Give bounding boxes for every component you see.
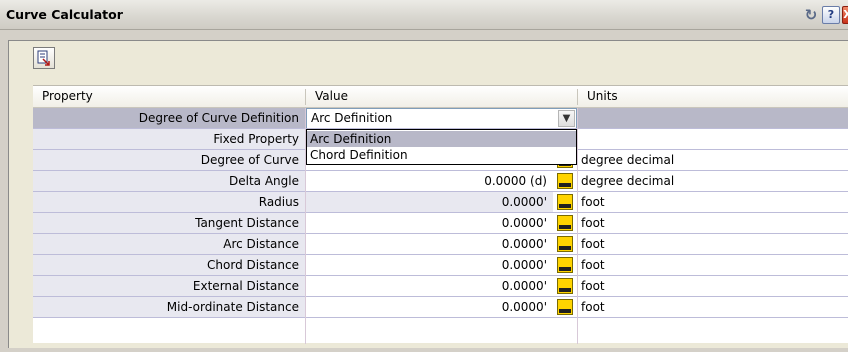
grid-line <box>33 212 848 213</box>
value-text: 0.0000' <box>501 300 547 314</box>
property-label: Radius <box>33 192 305 213</box>
insert-in-drawing-button[interactable] <box>33 47 55 69</box>
value-cell[interactable]: 0.0000' <box>306 213 553 234</box>
property-label: Chord Distance <box>33 255 305 276</box>
value-text: 0.0000' <box>501 216 547 230</box>
grid-header: Property Value Units <box>33 86 848 108</box>
calculator-button[interactable] <box>553 276 577 297</box>
property-label: Degree of Curve <box>33 150 305 171</box>
header-value[interactable]: Value <box>306 86 577 107</box>
units-cell: degree decimal <box>577 150 848 171</box>
header-property[interactable]: Property <box>33 86 305 107</box>
calculator-panel: Property Value Units Degree of Curve Def… <box>8 40 848 348</box>
grid-row-external-distance[interactable]: External Distance 0.0000' foot <box>33 276 848 297</box>
calculator-button[interactable] <box>553 171 577 192</box>
calculator-button[interactable] <box>553 255 577 276</box>
grid-row-mid-ordinate-distance[interactable]: Mid-ordinate Distance 0.0000' foot <box>33 297 848 318</box>
chevron-down-icon[interactable]: ▼ <box>558 110 575 127</box>
grid-row-delta-angle[interactable]: Delta Angle 0.0000 (d) degree decimal <box>33 171 848 192</box>
units-cell: foot <box>577 255 848 276</box>
property-label: Delta Angle <box>33 171 305 192</box>
units-cell: foot <box>577 213 848 234</box>
units-cell: foot <box>577 192 848 213</box>
value-cell[interactable]: 0.0000' <box>306 276 553 297</box>
selected-value: Arc Definition <box>311 111 393 125</box>
property-label: Fixed Property <box>33 129 305 150</box>
insert-in-drawing-icon <box>37 50 50 66</box>
value-cell[interactable]: 0.0000' <box>306 297 553 318</box>
close-button[interactable]: X <box>842 6 848 24</box>
pin-icon[interactable]: ↻ <box>802 6 820 24</box>
title-bar[interactable]: Curve Calculator ↻ ? X <box>0 0 848 30</box>
help-button[interactable]: ? <box>822 6 840 24</box>
header-units[interactable]: Units <box>578 86 848 107</box>
property-label: External Distance <box>33 276 305 297</box>
calculator-icon <box>557 236 573 252</box>
grid-line <box>33 233 848 234</box>
grid-line <box>33 296 848 297</box>
dropdown-option-arc-definition[interactable]: Arc Definition <box>307 131 576 147</box>
curve-calculator-window: Curve Calculator ↻ ? X Property Value Un… <box>0 0 848 352</box>
units-cell: foot <box>577 234 848 255</box>
calculator-button[interactable] <box>553 297 577 318</box>
value-text: 0.0000' <box>501 258 547 272</box>
column-divider <box>577 108 578 344</box>
grid-row-tangent-distance[interactable]: Tangent Distance 0.0000' foot <box>33 213 848 234</box>
grid-row-arc-distance[interactable]: Arc Distance 0.0000' foot <box>33 234 848 255</box>
grid-line <box>33 317 848 318</box>
value-text: 0.0000' <box>501 195 547 209</box>
value-text: 0.0000' <box>501 279 547 293</box>
property-label: Tangent Distance <box>33 213 305 234</box>
units-cell <box>577 108 848 129</box>
calculator-icon <box>557 215 573 231</box>
value-cell[interactable]: 0.0000' <box>306 255 553 276</box>
calculator-icon <box>557 194 573 210</box>
grid-line <box>33 275 848 276</box>
grid-line <box>33 191 848 192</box>
units-cell <box>577 129 848 150</box>
calculator-button[interactable] <box>553 213 577 234</box>
units-cell: foot <box>577 297 848 318</box>
calculator-icon <box>557 257 573 273</box>
value-text: 0.0000 (d) <box>484 174 547 188</box>
grid-row-radius[interactable]: Radius 0.0000' foot <box>33 192 848 213</box>
value-cell[interactable]: 0.0000' <box>306 192 553 213</box>
value-cell[interactable]: 0.0000 (d) <box>306 171 553 192</box>
property-label: Mid-ordinate Distance <box>33 297 305 318</box>
calculator-button[interactable] <box>553 192 577 213</box>
dropdown-option-chord-definition[interactable]: Chord Definition <box>307 147 576 163</box>
calculator-button[interactable] <box>553 234 577 255</box>
property-label: Arc Distance <box>33 234 305 255</box>
grid-line <box>33 170 848 171</box>
calculator-icon <box>557 299 573 315</box>
units-cell: foot <box>577 276 848 297</box>
property-grid: Property Value Units Degree of Curve Def… <box>33 85 848 344</box>
units-cell: degree decimal <box>577 171 848 192</box>
grid-row-degree-definition[interactable]: Degree of Curve Definition Arc Definitio… <box>33 108 848 129</box>
property-label: Degree of Curve Definition <box>33 108 305 129</box>
value-text: 0.0000' <box>501 237 547 251</box>
value-cell[interactable]: 0.0000' <box>306 234 553 255</box>
calculator-icon <box>557 278 573 294</box>
degree-definition-select[interactable]: Arc Definition ▼ <box>306 108 577 129</box>
window-title: Curve Calculator <box>6 7 123 22</box>
grid-line <box>33 254 848 255</box>
degree-definition-dropdown-list: Arc Definition Chord Definition <box>306 129 577 165</box>
grid-row-chord-distance[interactable]: Chord Distance 0.0000' foot <box>33 255 848 276</box>
calculator-icon <box>557 173 573 189</box>
